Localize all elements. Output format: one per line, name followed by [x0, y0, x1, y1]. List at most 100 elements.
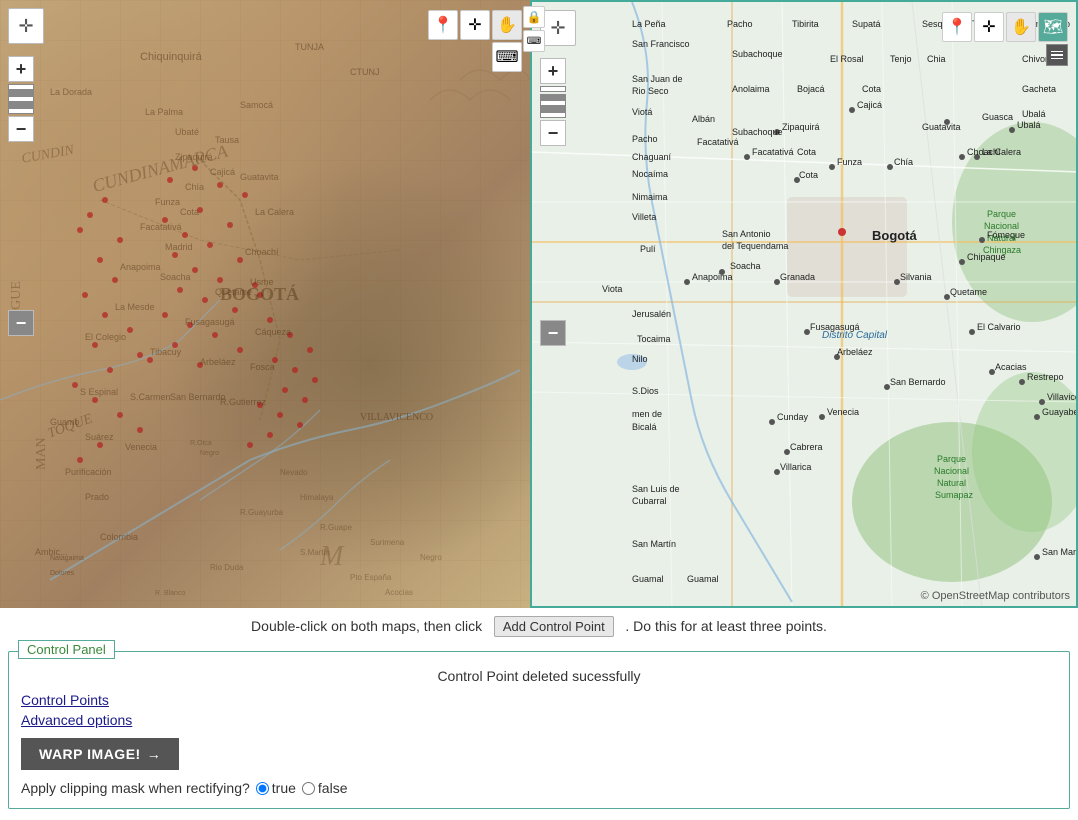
svg-text:Colombia: Colombia — [100, 532, 138, 542]
svg-text:Cunday: Cunday — [777, 412, 809, 422]
hand-tool-left[interactable]: ✋ — [492, 10, 522, 40]
svg-text:Subachoque: Subachoque — [732, 127, 783, 137]
svg-text:Villeta: Villeta — [632, 212, 656, 222]
svg-text:Acocias: Acocias — [385, 588, 413, 597]
zoom-out-left[interactable]: − — [8, 116, 34, 142]
clipping-true-radio[interactable] — [256, 782, 269, 795]
svg-text:Cajicá: Cajicá — [210, 167, 235, 177]
scale-r-5 — [540, 112, 566, 118]
map-right-background: Bogotá Distrito Capital Parque Nacional … — [532, 2, 1076, 606]
svg-text:Facatativá: Facatativá — [697, 137, 739, 147]
svg-text:La Calera: La Calera — [255, 207, 294, 217]
svg-text:Arbeláez: Arbeláez — [837, 347, 873, 357]
svg-text:Chiquinquirá: Chiquinquirá — [140, 51, 203, 63]
clipping-false-option[interactable]: false — [302, 780, 348, 796]
svg-text:Soacha: Soacha — [730, 261, 761, 271]
zoom-in-left[interactable]: + — [8, 56, 34, 82]
svg-text:Zipaquirá: Zipaquirá — [782, 122, 820, 132]
svg-text:Venecia: Venecia — [125, 442, 157, 452]
svg-text:Cota: Cota — [799, 170, 818, 180]
move-tool-left[interactable]: ✛ — [460, 10, 490, 40]
svg-text:Arbeláez: Arbeláez — [200, 357, 236, 367]
svg-text:Facatativá: Facatativá — [140, 222, 182, 232]
svg-text:Cubarral: Cubarral — [632, 496, 667, 506]
clipping-false-radio[interactable] — [302, 782, 315, 795]
control-points-link[interactable]: Control Points — [21, 692, 1057, 708]
svg-text:Chaguaní: Chaguaní — [632, 152, 672, 162]
add-control-point-button[interactable]: Add Control Point — [494, 616, 614, 637]
svg-text:CUNDIN: CUNDIN — [20, 143, 75, 167]
clipping-true-label: true — [272, 780, 296, 796]
clipping-true-option[interactable]: true — [256, 780, 296, 796]
warp-image-button[interactable]: WARP IMAGE! → — [21, 738, 179, 770]
svg-text:R.Otca: R.Otca — [190, 440, 212, 447]
svg-text:Viotá: Viotá — [632, 107, 652, 117]
zoom-controls-right: + − — [540, 58, 566, 146]
map-right-svg: Bogotá Distrito Capital Parque Nacional … — [532, 2, 1078, 608]
svg-text:Guamal: Guamal — [632, 574, 664, 584]
keyboard-btn-left[interactable]: ⌨ — [492, 42, 522, 72]
svg-text:Ubalá: Ubalá — [1022, 109, 1046, 119]
svg-text:Guatavita: Guatavita — [240, 172, 279, 182]
svg-text:S.Martin: S.Martin — [300, 548, 330, 557]
hand-tool-right[interactable]: ✋ — [1006, 12, 1036, 42]
svg-text:Anolaima: Anolaima — [732, 84, 770, 94]
svg-text:La Dorada: La Dorada — [50, 87, 92, 97]
svg-text:Pacho: Pacho — [727, 19, 753, 29]
svg-text:San Juan de: San Juan de — [632, 74, 683, 84]
pin-tool-right[interactable]: 📍 — [942, 12, 972, 42]
svg-text:Guamo: Guamo — [50, 417, 80, 427]
svg-text:Tibirita: Tibirita — [792, 19, 819, 29]
svg-text:men de: men de — [632, 409, 662, 419]
control-panel-body: Control Point deleted sucessfully Contro… — [8, 651, 1070, 809]
svg-text:Bojacá: Bojacá — [797, 84, 825, 94]
pan-control-left[interactable]: ✛ — [8, 8, 44, 44]
svg-text:Nacional: Nacional — [934, 466, 969, 476]
svg-text:Pto España: Pto España — [350, 573, 392, 582]
svg-text:Tibacuy: Tibacuy — [150, 347, 182, 357]
keyboard-icon-area: ⌨ — [492, 42, 522, 72]
zoom-in-right[interactable]: + — [540, 58, 566, 84]
pan-control-right[interactable]: ✛ — [540, 10, 576, 46]
warp-button-container: WARP IMAGE! → — [21, 738, 1057, 780]
map-right[interactable]: Bogotá Distrito Capital Parque Nacional … — [530, 0, 1078, 608]
instruction-prefix: Double-click on both maps, then click — [251, 618, 482, 634]
svg-text:Granada: Granada — [780, 272, 815, 282]
svg-text:Suárez: Suárez — [85, 432, 114, 442]
svg-text:Choachí: Choachí — [967, 147, 1001, 157]
advanced-options-link[interactable]: Advanced options — [21, 712, 1057, 728]
layers-tool-right[interactable]: 🗺 — [1038, 12, 1068, 42]
zoom-controls-left: + − — [8, 56, 34, 142]
svg-text:Facatativá: Facatativá — [752, 147, 794, 157]
svg-text:Funza: Funza — [155, 197, 180, 207]
svg-text:Supatá: Supatá — [852, 19, 881, 29]
move-tool-right[interactable]: ✛ — [974, 12, 1004, 42]
svg-text:Madrid: Madrid — [165, 242, 193, 252]
scale-seg-5 — [8, 108, 34, 114]
svg-text:Soacha: Soacha — [160, 272, 191, 282]
svg-text:Restrepo: Restrepo — [1027, 372, 1064, 382]
svg-text:Parque: Parque — [987, 209, 1016, 219]
svg-text:Ubaté: Ubaté — [175, 127, 199, 137]
map-left-svg: CUNDINAMARCA BOGOTÁ CUNDIN TOQUE VILLAVI… — [0, 0, 530, 608]
svg-text:Chipaque: Chipaque — [967, 252, 1006, 262]
pin-tool-left[interactable]: 📍 — [428, 10, 458, 40]
svg-text:Gacheta: Gacheta — [1022, 84, 1056, 94]
svg-text:Tausa: Tausa — [215, 135, 239, 145]
zoom-out-right-top[interactable]: − — [540, 120, 566, 146]
svg-text:Dolores: Dolores — [50, 570, 75, 577]
lock-btn[interactable]: 🔒 — [523, 6, 545, 28]
svg-text:Fosca: Fosca — [250, 362, 275, 372]
svg-text:El Colegio: El Colegio — [85, 332, 126, 342]
svg-text:MAN: MAN — [34, 437, 49, 470]
zoom-level-indicator: − — [8, 310, 34, 336]
svg-text:San Bernardo: San Bernardo — [170, 392, 226, 402]
keyboard-sep-btn[interactable]: ⌨ — [523, 30, 545, 52]
svg-text:San Bernardo: San Bernardo — [890, 377, 946, 387]
svg-text:R.Guayurba: R.Guayurba — [240, 508, 284, 517]
zoom-out-right[interactable]: − — [540, 320, 566, 346]
menu-btn-right[interactable] — [1046, 44, 1068, 66]
svg-text:Venecia: Venecia — [827, 407, 859, 417]
map-left[interactable]: CUNDINAMARCA BOGOTÁ CUNDIN TOQUE VILLAVI… — [0, 0, 530, 608]
zoom-minus-lower-left[interactable]: − — [8, 310, 34, 336]
